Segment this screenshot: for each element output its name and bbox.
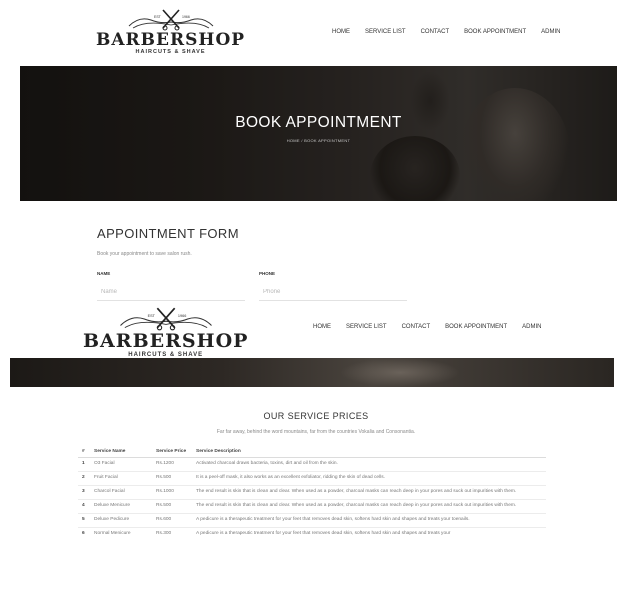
nav-contact[interactable]: CONTACT (402, 324, 431, 330)
logo-est-text: EST (147, 314, 155, 318)
prices-subtitle: Far far away, behind the word mountains,… (216, 429, 416, 435)
prices-title: OUR SERVICE PRICES (263, 411, 369, 421)
phone-input[interactable] (259, 283, 407, 301)
logo-est-text: EST (154, 15, 162, 19)
table-row: 5 Deluxe Pedicure Rs.600 A pedicure is a… (78, 512, 546, 528)
row-num: 2 (78, 470, 90, 486)
logo-brand: BARBERSHOP (96, 30, 246, 50)
logo-year-text: 1966 (178, 314, 186, 318)
row-num: 1 (78, 457, 90, 472)
table-row: 2 Fruit Facial Rs.500 It is a peel-off m… (78, 470, 546, 486)
logo-tagline: HAIRCUTS & SHAVE (135, 49, 206, 55)
logo-year-text: 1966 (182, 15, 190, 19)
row-service-desc: A pedicure is a therapeutic treatment fo… (192, 512, 546, 528)
col-header-price: Service Price (152, 446, 192, 458)
nav-book-appointment[interactable]: BOOK APPOINTMENT (464, 29, 526, 35)
row-service-price: Rs.500 (152, 470, 192, 486)
row-service-name: O3 Facial (90, 457, 152, 472)
row-service-name: Deluxe Pedicure (90, 512, 152, 528)
table-row: 3 Charcol Facial Rs.1000 The end result … (78, 484, 546, 500)
hero-overlay (20, 66, 617, 201)
site-logo-second[interactable]: EST 1966 BARBERSHOP HAIRCUTS & SHAVE (83, 306, 248, 358)
row-num: 3 (78, 484, 90, 500)
phone-label: PHONE (259, 271, 276, 276)
nav-admin[interactable]: ADMIN (522, 324, 541, 330)
row-num: 5 (78, 512, 90, 528)
hero-title: BOOK APPOINTMENT (235, 114, 402, 131)
table-row: 4 Deluxe Menicure Rs.500 The end result … (78, 498, 546, 514)
table-row: 1 O3 Facial Rs.1200 Activated charcoal d… (78, 457, 546, 472)
hero-banner: BOOK APPOINTMENT HOME / BOOK APPOINTMENT (20, 66, 617, 201)
row-service-desc: The end result is skin that is clean and… (192, 484, 546, 500)
hero-photo-detail (340, 358, 460, 387)
row-service-price: Rs.300 (152, 526, 192, 541)
form-title: APPOINTMENT FORM (97, 226, 239, 241)
nav-service-list[interactable]: SERVICE LIST (365, 29, 406, 35)
breadcrumb[interactable]: HOME / BOOK APPOINTMENT (20, 138, 617, 143)
row-service-name: Charcol Facial (90, 484, 152, 500)
row-service-name: Normal Menicure (90, 526, 152, 541)
row-service-desc: Activated charcoal draws bacteria, toxin… (192, 457, 546, 472)
main-nav: HOME SERVICE LIST CONTACT BOOK APPOINTME… (332, 29, 576, 35)
row-service-price: Rs.1000 (152, 484, 192, 500)
service-price-table: # Service Name Service Price Service Des… (78, 446, 546, 541)
nav-service-list[interactable]: SERVICE LIST (346, 324, 387, 330)
nav-contact[interactable]: CONTACT (421, 29, 450, 35)
name-input[interactable] (97, 283, 245, 301)
col-header-num: # (78, 446, 90, 458)
nav-home[interactable]: HOME (313, 324, 331, 330)
row-service-desc: A pedicure is a therapeutic treatment fo… (192, 526, 546, 541)
name-label: NAME (97, 271, 111, 276)
site-header-second: EST 1966 BARBERSHOP HAIRCUTS & SHAVE HOM… (0, 302, 632, 358)
row-num: 6 (78, 526, 90, 541)
site-logo[interactable]: EST 1966 BARBERSHOP HAIRCUTS & SHAVE (96, 8, 245, 56)
col-header-name: Service Name (90, 446, 152, 458)
row-service-desc: It is a peel-off mask, it also works as … (192, 470, 546, 486)
scissors-logo-icon: EST 1966 (128, 9, 213, 31)
scissors-logo-icon: EST 1966 (119, 307, 212, 331)
main-nav-second: HOME SERVICE LIST CONTACT BOOK APPOINTME… (313, 324, 557, 330)
logo-brand: BARBERSHOP (83, 330, 249, 352)
form-subtitle: Book your appointment to save salon rush… (97, 251, 192, 257)
row-service-price: Rs.500 (152, 498, 192, 514)
nav-admin[interactable]: ADMIN (541, 29, 560, 35)
row-service-name: Fruit Facial (90, 470, 152, 486)
hero-banner-second (10, 358, 614, 387)
table-row: 6 Normal Menicure Rs.300 A pedicure is a… (78, 526, 546, 541)
nav-book-appointment[interactable]: BOOK APPOINTMENT (445, 324, 507, 330)
nav-home[interactable]: HOME (332, 29, 350, 35)
row-service-desc: The end result is skin that is clean and… (192, 498, 546, 514)
site-header: EST 1966 BARBERSHOP HAIRCUTS & SHAVE HOM… (0, 0, 632, 60)
row-service-price: Rs.600 (152, 512, 192, 528)
table-header-row: # Service Name Service Price Service Des… (78, 446, 546, 458)
row-service-name: Deluxe Menicure (90, 498, 152, 514)
row-service-price: Rs.1200 (152, 457, 192, 472)
row-num: 4 (78, 498, 90, 514)
col-header-desc: Service Description (192, 446, 546, 458)
